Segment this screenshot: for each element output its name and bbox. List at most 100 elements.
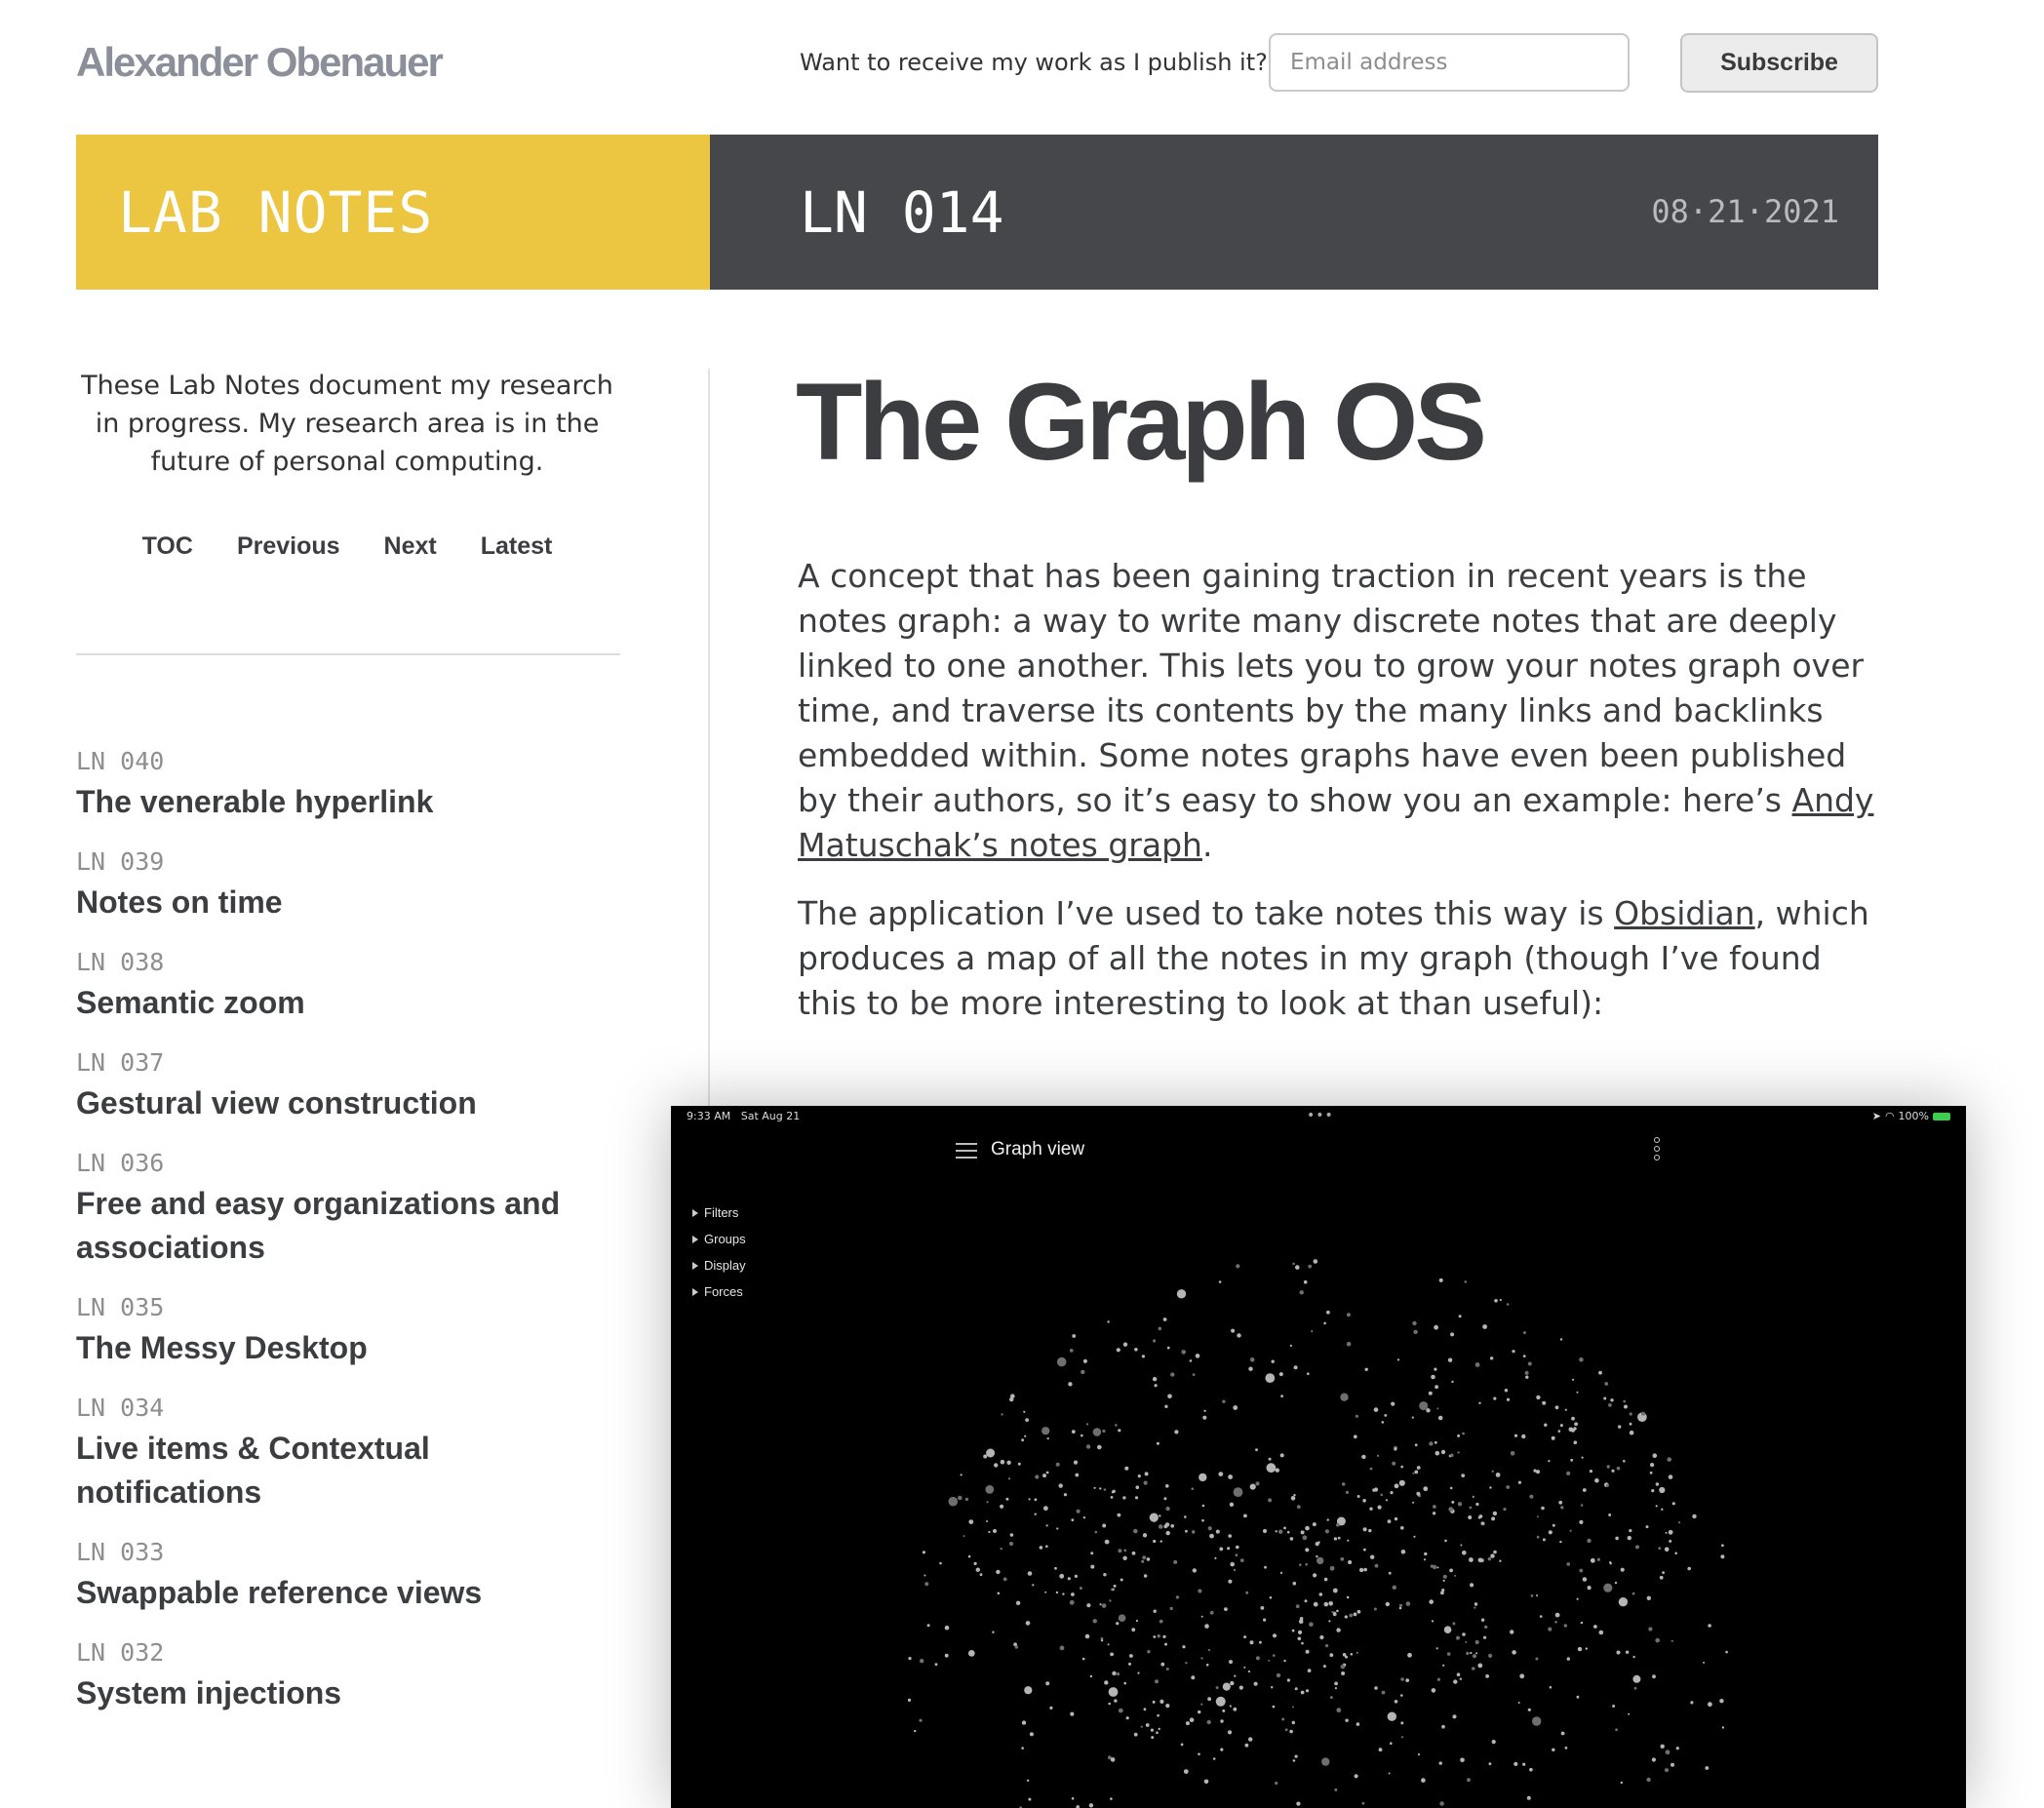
graph-node: [1423, 1486, 1429, 1492]
graph-node: [1124, 1466, 1129, 1471]
graph-node: [1603, 1396, 1607, 1400]
graph-node: [1166, 1346, 1170, 1350]
graph-node: [1662, 1571, 1665, 1574]
note-list-item[interactable]: LN 037 Gestural view construction: [76, 1046, 622, 1125]
graph-node: [1336, 1609, 1339, 1613]
graph-node: [985, 1485, 995, 1494]
nav-next-link[interactable]: Next: [384, 532, 437, 561]
graph-node: [1624, 1404, 1628, 1409]
banner-section: LAB NOTES: [76, 135, 710, 290]
graph-node: [1346, 1341, 1352, 1347]
note-title[interactable]: System injections: [76, 1671, 622, 1715]
note-list-item[interactable]: LN 033 Swappable reference views: [76, 1536, 622, 1615]
graph-node: [1278, 1372, 1283, 1377]
graph-node: [1541, 1506, 1545, 1511]
note-title[interactable]: The venerable hyperlink: [76, 780, 622, 824]
graph-node: [1369, 1507, 1373, 1511]
graph-node: [1108, 1687, 1119, 1697]
note-title[interactable]: Swappable reference views: [76, 1571, 622, 1615]
note-code: LN 033: [76, 1538, 165, 1566]
graph-node: [1474, 1362, 1480, 1367]
graph-node: [1108, 1702, 1111, 1706]
graph-node: [1116, 1348, 1120, 1353]
graph-node: [1155, 1679, 1159, 1684]
graph-node: [1309, 1622, 1314, 1627]
graph-node: [1544, 1423, 1548, 1427]
nav-latest-link[interactable]: Latest: [481, 532, 553, 561]
graph-node: [1236, 1264, 1240, 1269]
graph-node: [1705, 1766, 1710, 1770]
note-title[interactable]: Free and easy organizations and associat…: [76, 1182, 622, 1270]
note-list-item[interactable]: LN 034 Live items & Contextual notificat…: [76, 1392, 622, 1514]
graph-node: [1479, 1558, 1484, 1562]
graph-node: [997, 1592, 1001, 1595]
graph-node: [1153, 1539, 1157, 1544]
note-list-item[interactable]: LN 038 Semantic zoom: [76, 946, 622, 1025]
email-input[interactable]: [1269, 33, 1630, 92]
graph-node: [1152, 1700, 1156, 1704]
graph-node: [1355, 1414, 1358, 1418]
graph-node: [1350, 1653, 1354, 1656]
graph-node: [1513, 1434, 1518, 1437]
obsidian-link[interactable]: Obsidian: [1614, 894, 1755, 932]
graph-node: [1345, 1490, 1350, 1494]
graph-node: [1400, 1694, 1403, 1697]
graph-node: [1329, 1565, 1335, 1571]
graph-node: [1203, 1779, 1209, 1785]
graph-node: [1253, 1681, 1258, 1686]
graph-node: [1576, 1391, 1579, 1394]
graph-menu-label: Display: [704, 1258, 746, 1273]
graph-node: [1456, 1672, 1461, 1676]
graph-node: [1009, 1533, 1014, 1537]
note-title[interactable]: Notes on time: [76, 881, 622, 924]
graph-node: [1431, 1374, 1435, 1380]
graph-node: [1028, 1498, 1031, 1501]
graph-node: [1346, 1595, 1350, 1599]
graph-node: [1063, 1493, 1067, 1497]
graph-node: [1286, 1678, 1290, 1682]
graph-node: [1487, 1556, 1492, 1561]
graph-node: [1661, 1508, 1664, 1511]
graph-node: [1390, 1491, 1394, 1495]
graph-node: [1097, 1444, 1102, 1450]
graph-node: [1373, 1407, 1379, 1412]
note-list-item[interactable]: LN 040 The venerable hyperlink: [76, 745, 622, 824]
note-date: 08·21·2021: [1651, 193, 1839, 230]
graph-node: [1085, 1444, 1091, 1449]
note-title[interactable]: Live items & Contextual notifications: [76, 1427, 622, 1514]
graph-node: [1143, 1574, 1148, 1578]
graph-node: [1228, 1534, 1232, 1538]
graph-node: [1118, 1549, 1122, 1553]
nav-previous-link[interactable]: Previous: [237, 532, 340, 561]
note-title[interactable]: The Messy Desktop: [76, 1326, 622, 1370]
graph-node: [1099, 1603, 1102, 1606]
graph-node: [1114, 1699, 1118, 1703]
note-list-item[interactable]: LN 035 The Messy Desktop: [76, 1291, 622, 1370]
graph-node: [1579, 1519, 1584, 1524]
graph-node: [1483, 1635, 1487, 1639]
graph-node: [1608, 1513, 1612, 1516]
graph-node: [1674, 1552, 1677, 1555]
graph-node: [1039, 1546, 1043, 1550]
note-title[interactable]: Gestural view construction: [76, 1081, 622, 1125]
graph-node: [1229, 1502, 1235, 1507]
graph-node: [1165, 1530, 1170, 1536]
graph-node: [1548, 1460, 1551, 1463]
graph-node: [1159, 1619, 1163, 1624]
note-title[interactable]: Semantic zoom: [76, 981, 622, 1025]
graph-node: [1229, 1705, 1232, 1708]
nav-toc-link[interactable]: TOC: [142, 532, 193, 561]
graph-node: [1027, 1571, 1033, 1576]
note-list-item[interactable]: LN 039 Notes on time: [76, 845, 622, 924]
note-list-item[interactable]: LN 036 Free and easy organizations and a…: [76, 1147, 622, 1270]
graph-node: [1243, 1635, 1247, 1639]
subscribe-button[interactable]: Subscribe: [1680, 33, 1878, 93]
graph-node: [1464, 1280, 1468, 1283]
graph-node: [1264, 1565, 1267, 1569]
graph-node: [1580, 1621, 1584, 1625]
graph-node: [1574, 1422, 1578, 1427]
site-name[interactable]: Alexander Obenauer: [76, 39, 444, 86]
graph-node: [1189, 1359, 1193, 1362]
note-list-item[interactable]: LN 032 System injections: [76, 1636, 622, 1715]
graph-node: [1009, 1396, 1014, 1402]
